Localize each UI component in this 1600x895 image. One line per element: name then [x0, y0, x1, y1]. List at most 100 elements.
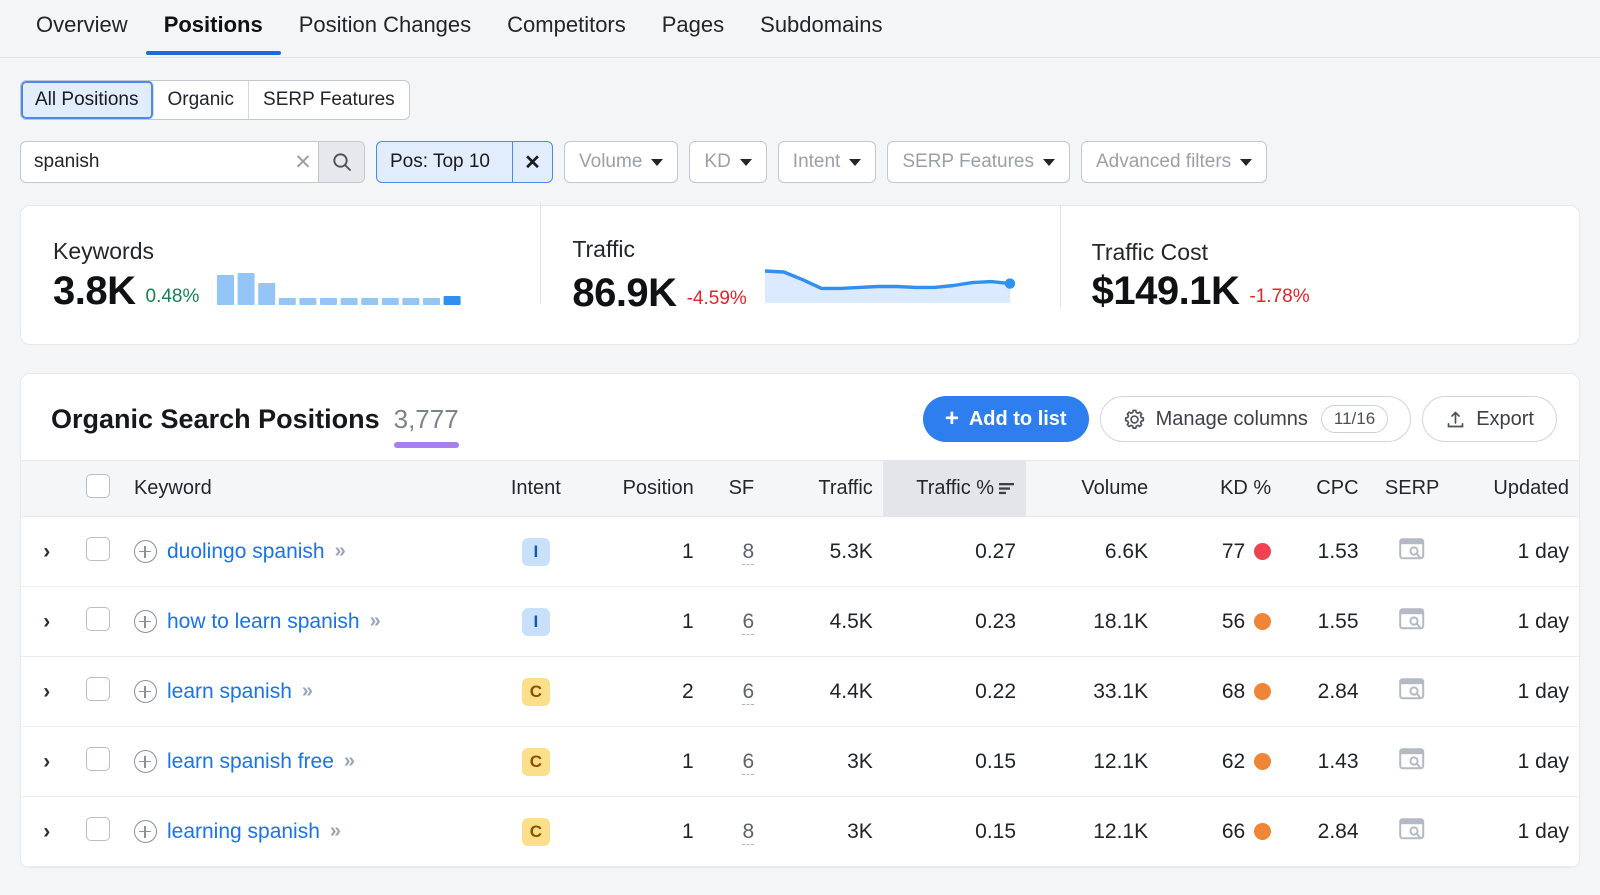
segment-all-positions[interactable]: All Positions — [21, 81, 154, 119]
add-keyword-icon[interactable] — [133, 750, 157, 773]
cell-serp — [1368, 586, 1456, 657]
search-button[interactable] — [318, 142, 364, 182]
table-row[interactable]: › how to learn spanish » I 1 6 4.5K 0.23 18.1K 56… — [21, 586, 1579, 657]
keyword-link[interactable]: duolingo spanish — [167, 540, 325, 564]
manage-columns-button[interactable]: Manage columns 11/16 — [1099, 396, 1412, 442]
tab-subdomains[interactable]: Subdomains — [742, 12, 900, 54]
col-position[interactable]: Position — [578, 460, 704, 517]
row-checkbox[interactable] — [86, 606, 111, 631]
search-input[interactable] — [21, 150, 288, 174]
serp-preview-button[interactable] — [1399, 677, 1425, 705]
kd-difficulty-dot — [1254, 612, 1272, 630]
keyword-link[interactable]: learn spanish — [167, 680, 292, 704]
double-chevron-icon[interactable]: » — [330, 820, 341, 843]
serp-preview-button[interactable] — [1399, 607, 1425, 635]
double-chevron-icon[interactable]: » — [302, 680, 313, 703]
sf-value[interactable]: 8 — [742, 539, 755, 565]
expand-row-icon[interactable]: › — [43, 610, 50, 633]
col-volume[interactable]: Volume — [1026, 460, 1159, 517]
col-serp[interactable]: SERP — [1368, 460, 1456, 517]
row-checkbox[interactable] — [86, 676, 111, 701]
select-all-checkbox[interactable] — [86, 473, 111, 498]
sf-value[interactable]: 6 — [742, 679, 755, 705]
row-expand-cell: › — [21, 516, 73, 587]
double-chevron-icon[interactable]: » — [335, 540, 346, 563]
chevron-down-icon — [739, 158, 752, 166]
metric-value: 3.8K — [53, 269, 136, 313]
cell-kd: 66 — [1158, 796, 1282, 867]
row-checkbox[interactable] — [86, 746, 111, 771]
tab-competitors[interactable]: Competitors — [489, 12, 644, 54]
col-intent[interactable]: Intent — [493, 460, 579, 517]
cell-volume: 18.1K — [1026, 586, 1159, 657]
serp-preview-button[interactable] — [1399, 817, 1425, 845]
serp-preview-button[interactable] — [1399, 537, 1425, 565]
add-keyword-icon[interactable] — [133, 820, 157, 843]
filter-kd[interactable]: KD — [689, 141, 767, 183]
table-header-row: Keyword Intent Position SF Traffic Traff… — [21, 460, 1579, 517]
filter-intent[interactable]: Intent — [777, 141, 877, 183]
double-chevron-icon[interactable]: » — [370, 610, 381, 633]
double-chevron-icon[interactable]: » — [344, 750, 355, 773]
table-row[interactable]: › learn spanish » C 2 6 4.4K 0.22 33.1K 68 2.84 1 d… — [21, 656, 1579, 727]
segment-serp-features[interactable]: SERP Features — [249, 81, 409, 119]
col-traffic[interactable]: Traffic — [764, 460, 883, 517]
table-row[interactable]: › duolingo spanish » I 1 8 5.3K 0.27 6.6K 77 1.53 1… — [21, 516, 1579, 587]
row-checkbox[interactable] — [86, 536, 111, 561]
tab-position-changes[interactable]: Position Changes — [281, 12, 489, 54]
row-expand-cell: › — [21, 796, 73, 867]
clear-search-icon[interactable]: ✕ — [288, 152, 318, 173]
keyword-link[interactable]: learning spanish — [167, 820, 320, 844]
col-cpc[interactable]: CPC — [1281, 460, 1369, 517]
intent-badge[interactable]: C — [521, 747, 550, 776]
filter-advanced[interactable]: Advanced filters — [1081, 141, 1268, 183]
cell-position: 2 — [578, 656, 704, 727]
segment-organic[interactable]: Organic — [153, 81, 250, 119]
tab-positions[interactable]: Positions — [145, 12, 281, 55]
cell-intent: C — [493, 656, 579, 727]
row-checkbox[interactable] — [86, 816, 111, 841]
expand-row-icon[interactable]: › — [43, 750, 50, 773]
sf-value[interactable]: 8 — [742, 819, 755, 845]
metric-traffic: Traffic 86.9K -4.59% — [540, 202, 1059, 314]
col-sf[interactable]: SF — [703, 460, 765, 517]
filter-serp-features[interactable]: SERP Features — [887, 141, 1070, 183]
expand-row-icon[interactable]: › — [43, 680, 50, 703]
sf-value[interactable]: 6 — [742, 609, 755, 635]
add-to-list-button[interactable]: + Add to list — [922, 396, 1089, 442]
export-button[interactable]: Export — [1422, 396, 1557, 442]
search-icon — [332, 153, 351, 171]
intent-badge[interactable]: I — [521, 607, 550, 636]
intent-badge[interactable]: C — [521, 677, 550, 706]
filter-volume[interactable]: Volume — [564, 141, 679, 183]
table-title-group: Organic Search Positions 3,777 — [51, 404, 459, 448]
intent-badge[interactable]: I — [521, 537, 550, 566]
tab-pages[interactable]: Pages — [644, 12, 742, 54]
table-row[interactable]: › learn spanish free » C 1 6 3K 0.15 12.1K 62 1.43… — [21, 726, 1579, 797]
cell-position: 1 — [578, 726, 704, 797]
traffic-area-sparkline — [763, 267, 1018, 312]
sf-value[interactable]: 6 — [742, 749, 755, 775]
col-updated[interactable]: Updated — [1455, 460, 1579, 517]
keywords-bar-sparkline — [217, 269, 467, 310]
filter-chip-remove-icon[interactable]: ✕ — [512, 142, 552, 182]
col-traffic-pct[interactable]: Traffic % — [882, 460, 1027, 517]
keyword-link[interactable]: learn spanish free — [167, 750, 334, 774]
tab-label: Subdomains — [760, 12, 883, 37]
col-keyword[interactable]: Keyword — [123, 460, 494, 517]
cell-traffic: 5.3K — [764, 516, 883, 587]
serp-preview-button[interactable] — [1399, 747, 1425, 775]
add-keyword-icon[interactable] — [133, 680, 157, 703]
table-row[interactable]: › learning spanish » C 1 8 3K 0.15 12.1K 66 2.84 1 … — [21, 796, 1579, 867]
expand-row-icon[interactable]: › — [43, 820, 50, 843]
add-keyword-icon[interactable] — [133, 610, 157, 633]
intent-badge[interactable]: C — [521, 817, 550, 846]
cell-traffic-pct: 0.15 — [882, 726, 1027, 797]
filter-chip-position[interactable]: Pos: Top 10 ✕ — [376, 141, 554, 183]
add-keyword-icon[interactable] — [133, 540, 157, 563]
expand-row-icon[interactable]: › — [43, 540, 50, 563]
col-kd[interactable]: KD % — [1158, 460, 1282, 517]
keyword-link[interactable]: how to learn spanish — [167, 610, 360, 634]
sort-desc-icon — [999, 483, 1015, 495]
tab-overview[interactable]: Overview — [18, 12, 146, 54]
